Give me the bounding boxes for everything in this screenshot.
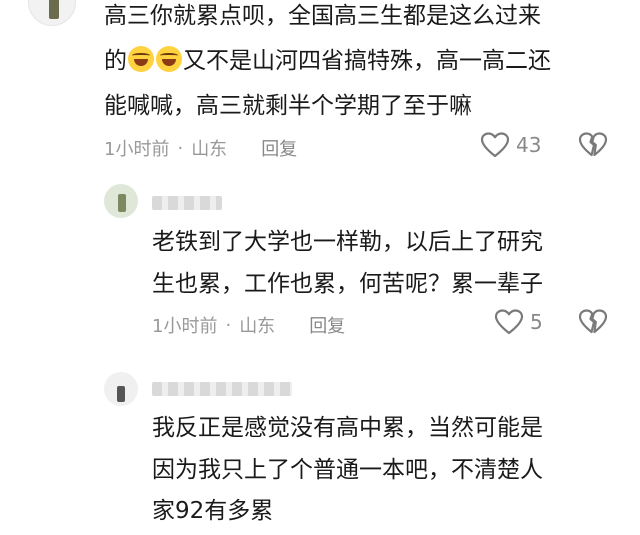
heart-outline-icon <box>480 132 510 158</box>
avatar[interactable] <box>28 0 76 26</box>
avatar-figure <box>117 386 125 402</box>
reply-text-line-1: 我反正是感觉没有高中累，当然可能是 <box>152 415 543 441</box>
heart-outline-icon <box>494 309 524 335</box>
reply-button[interactable]: 回复 <box>261 135 297 161</box>
reply-location: 山东 <box>239 316 276 337</box>
reply-text-line-3: 家92有多累 <box>152 498 274 524</box>
reply-time: 1小时前 <box>152 316 218 337</box>
reply-text-line-2: 因为我只上了个普通一本吧，不清楚人 <box>152 457 543 483</box>
reply-username[interactable] <box>152 382 292 396</box>
reply-text-line-2: 生也累，工作也累，何苦呢？累一辈子 <box>152 271 543 297</box>
reply-meta: 1小时前 · 山东 回复 <box>152 312 345 338</box>
laughing-crying-emoji-icon <box>128 46 154 72</box>
comment-line-2-text: 又不是山河四省搞特殊，高一高二还 <box>183 48 551 74</box>
like-button[interactable]: 43 <box>480 131 541 159</box>
like-count: 43 <box>516 133 542 157</box>
comment-location: 山东 <box>191 139 228 160</box>
reply-username[interactable] <box>152 196 222 210</box>
reply-button[interactable]: 回复 <box>309 312 345 338</box>
comment-line-2-prefix: 的 <box>104 48 127 74</box>
dislike-button[interactable] <box>578 131 608 163</box>
like-button[interactable]: 5 <box>494 308 543 336</box>
comment-time: 1小时前 <box>104 139 170 160</box>
comment-text-line-1: 高三你就累点呗，全国高三生都是这么过来 <box>104 3 541 29</box>
broken-heart-icon <box>578 132 608 157</box>
comment-meta: 1小时前 · 山东 回复 <box>104 135 297 161</box>
comment-text-line-2: 的 又不是山河四省搞特殊，高一高二还 <box>104 44 551 79</box>
avatar-figure <box>49 0 59 19</box>
laughing-crying-emoji-icon <box>156 46 182 72</box>
comment-text-line-3: 能喊喊，高三就剩半个学期了至于嘛 <box>104 93 472 119</box>
meta-separator: · <box>177 137 184 159</box>
broken-heart-icon <box>578 309 608 334</box>
reply-text-line-1: 老铁到了大学也一样勒，以后上了研究 <box>152 229 543 255</box>
reply-avatar[interactable] <box>104 184 138 218</box>
avatar-figure <box>118 194 126 212</box>
reply-avatar[interactable] <box>104 372 138 406</box>
like-count: 5 <box>530 310 543 334</box>
dislike-button[interactable] <box>578 308 608 340</box>
meta-separator: · <box>225 314 232 336</box>
